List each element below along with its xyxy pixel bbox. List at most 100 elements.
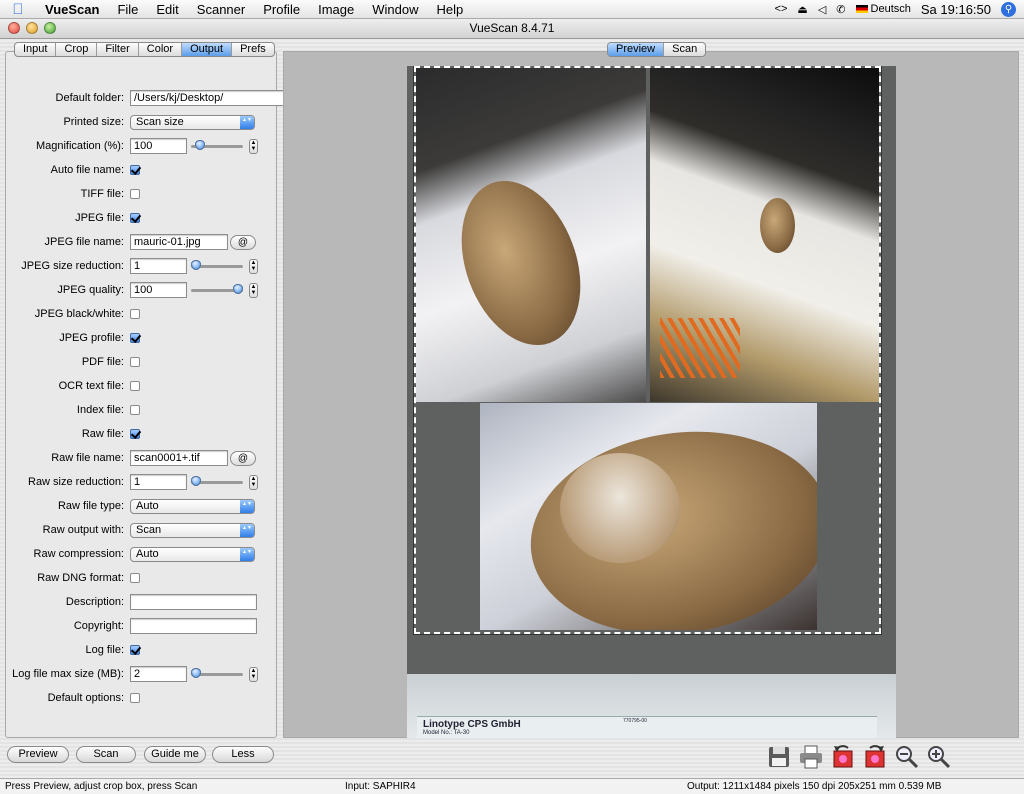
menu-window[interactable]: Window [363, 2, 427, 17]
menu-scanner[interactable]: Scanner [188, 2, 254, 17]
preview-panel: Linotype CPS GmbH Model No.: TA-30 77079… [283, 51, 1019, 738]
raw-file-name-at-button[interactable]: @ [230, 450, 256, 466]
tab-color[interactable]: Color [139, 43, 183, 56]
slider-knob[interactable] [191, 260, 201, 270]
slider-knob[interactable] [233, 284, 243, 294]
raw-compression-select[interactable]: Auto ▲▼ [130, 546, 255, 562]
jpeg-file-checkbox[interactable] [130, 213, 140, 223]
ocr-text-file-checkbox[interactable] [130, 381, 140, 391]
jpeg-size-reduction-slider[interactable] [191, 260, 243, 272]
rotate-left-icon[interactable] [830, 744, 856, 770]
menu-file[interactable]: File [108, 2, 147, 17]
language-menu[interactable]: Deutsch [855, 3, 911, 15]
tab-prefs[interactable]: Prefs [232, 43, 274, 56]
auto-file-name-checkbox[interactable] [130, 165, 140, 175]
jpeg-file-name-field[interactable]: mauric-01.jpg [130, 234, 228, 250]
option-row-default-folder: Default folder:/Users/kj/Desktop/@ [6, 88, 318, 108]
scan-button[interactable]: Scan [76, 746, 136, 763]
menu-profile[interactable]: Profile [254, 2, 309, 17]
raw-output-with-select[interactable]: Scan ▲▼ [130, 522, 255, 538]
tab-input[interactable]: Input [15, 43, 57, 56]
default-options-checkbox[interactable] [130, 693, 140, 703]
rotate-right-icon[interactable] [862, 744, 888, 770]
menu-image[interactable]: Image [309, 2, 363, 17]
option-row-description: Description: [6, 592, 276, 612]
jpeg-quality-field[interactable]: 100 [130, 282, 187, 298]
menu-app[interactable]: VueScan [36, 2, 108, 17]
pdf-file-checkbox[interactable] [130, 357, 140, 367]
print-icon[interactable] [798, 744, 824, 770]
jpeg-size-reduction-field[interactable]: 1 [130, 258, 187, 274]
window-body: Default folder: /Users/kj/Desktop/ @ Printe… [0, 40, 1024, 778]
jpeg-size-reduction-label: JPEG size reduction: [21, 260, 124, 272]
log-file-checkbox[interactable] [130, 645, 140, 655]
apple-menu-icon[interactable]:  [0, 1, 36, 18]
options-tabs: Input Crop Filter Color Output Prefs [14, 42, 275, 57]
magnification-field[interactable]: 100 [130, 138, 187, 154]
clock[interactable]: Sa 19:16:50 [921, 2, 991, 17]
raw-file-type-select[interactable]: Auto ▲▼ [130, 498, 255, 514]
jpeg-quality-stepper[interactable]: ▲ ▼ [249, 282, 258, 298]
printed-size-control: Scan size ▲▼ [130, 114, 255, 130]
menu-edit[interactable]: Edit [147, 2, 187, 17]
jpeg-size-reduction-control: 1 ▲ ▼ [130, 258, 258, 274]
raw-dng-format-checkbox[interactable] [130, 573, 140, 583]
magnification-label: Magnification (%): [35, 140, 124, 152]
zoom-in-icon[interactable] [926, 744, 952, 770]
jpeg-profile-checkbox[interactable] [130, 333, 140, 343]
less-button[interactable]: Less [212, 746, 274, 763]
default-folder-field[interactable]: /Users/kj/Desktop/ [130, 90, 290, 106]
tiff-file-checkbox[interactable] [130, 189, 140, 199]
raw-size-reduction-field[interactable]: 1 [130, 474, 187, 490]
jpeg-size-reduction-stepper[interactable]: ▲ ▼ [249, 258, 258, 274]
close-window-button[interactable] [8, 22, 20, 34]
jpeg-quality-slider[interactable] [191, 284, 243, 296]
code-icon[interactable]: <> [775, 3, 788, 15]
status-bar: Press Preview, adjust crop box, press Sc… [0, 778, 1024, 794]
zoom-out-icon[interactable] [894, 744, 920, 770]
crop-box[interactable] [413, 66, 882, 635]
eject-icon[interactable]: ⏏ [797, 3, 807, 16]
slider-knob[interactable] [191, 668, 201, 678]
raw-file-checkbox[interactable] [130, 429, 140, 439]
jpeg-file-name-at-button[interactable]: @ [230, 234, 256, 250]
phone-icon[interactable]: ✆ [836, 3, 845, 16]
raw-size-reduction-stepper[interactable]: ▲ ▼ [249, 474, 258, 490]
index-file-control [130, 405, 140, 415]
log-file-max-size-slider[interactable] [191, 668, 243, 680]
scan-preview-image[interactable]: Linotype CPS GmbH Model No.: TA-30 77079… [407, 66, 896, 738]
jpeg-file-name-control: mauric-01.jpg @ [130, 234, 256, 250]
printed-size-select-value: Scan size [136, 115, 184, 128]
preview-button[interactable]: Preview [7, 746, 69, 763]
slider-knob[interactable] [195, 140, 206, 150]
slider-knob[interactable] [191, 476, 201, 486]
guide-me-button[interactable]: Guide me [144, 746, 206, 763]
index-file-checkbox[interactable] [130, 405, 140, 415]
menu-help[interactable]: Help [427, 2, 472, 17]
raw-file-type-select-value: Auto [136, 499, 159, 512]
log-file-max-size-stepper[interactable]: ▲ ▼ [249, 666, 258, 682]
magnification-stepper[interactable]: ▲ ▼ [249, 138, 258, 154]
option-row-jpeg-profile: JPEG profile: [6, 328, 276, 348]
copyright-field[interactable] [130, 618, 257, 634]
save-icon[interactable] [766, 744, 792, 770]
log-file-max-size-field[interactable]: 2 [130, 666, 187, 682]
raw-file-name-field[interactable]: scan0001+.tif [130, 450, 228, 466]
raw-output-with-select-value: Scan [136, 523, 162, 536]
magnification-slider[interactable] [191, 140, 243, 152]
zoom-window-button[interactable] [44, 22, 56, 34]
spotlight-icon[interactable]: ⚲ [1001, 1, 1016, 17]
volume-icon[interactable]: ◁ [818, 3, 826, 16]
raw-size-reduction-slider[interactable] [191, 476, 243, 488]
tab-preview[interactable]: Preview [608, 43, 665, 56]
tab-crop[interactable]: Crop [56, 43, 98, 56]
jpeg-black-white-checkbox[interactable] [130, 309, 140, 319]
tab-filter[interactable]: Filter [97, 43, 139, 56]
description-field[interactable] [130, 594, 257, 610]
popup-arrows-icon: ▲▼ [240, 499, 254, 513]
printed-size-select[interactable]: Scan size ▲▼ [130, 114, 255, 130]
popup-arrows-icon: ▲▼ [240, 547, 254, 561]
minimize-window-button[interactable] [26, 22, 38, 34]
tab-output[interactable]: Output [182, 43, 233, 56]
tab-scan[interactable]: Scan [664, 43, 705, 56]
